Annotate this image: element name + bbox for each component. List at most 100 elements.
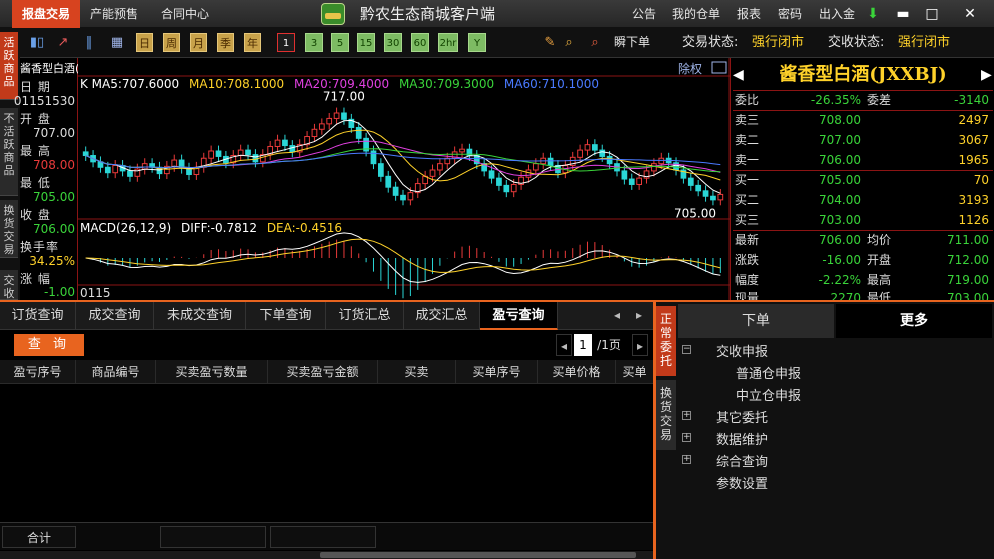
remove-rights-link[interactable]: 除权	[678, 61, 702, 76]
tab-place-order[interactable]: 下单	[678, 304, 834, 338]
line-chart-icon[interactable]: ↗	[54, 33, 72, 52]
tree-neutral-warehouse[interactable]: 中立仓申报	[736, 385, 801, 404]
sell-row[interactable]: 卖一 706.00 1965	[731, 150, 994, 170]
candle-chart-icon[interactable]: ‖	[80, 33, 98, 52]
next-page-icon[interactable]: ▸	[632, 334, 648, 356]
tab-deal-summary[interactable]: 成交汇总	[404, 302, 480, 330]
minute-1[interactable]: 1	[277, 33, 295, 52]
tab-delivery[interactable]: 交收	[0, 270, 18, 300]
horizontal-scrollbar[interactable]	[0, 551, 653, 559]
tab-order-summary[interactable]: 订货汇总	[326, 302, 404, 330]
nav-contract-center[interactable]: 合同中心	[161, 0, 209, 28]
nav-my-warehouse-receipt[interactable]: 我的仓单	[672, 0, 720, 28]
tree-parameter-settings[interactable]: 参数设置	[716, 473, 768, 492]
nav-password[interactable]: 密码	[778, 0, 802, 28]
tree-delivery-declaration[interactable]: 交收申报	[716, 341, 768, 360]
minute-30[interactable]: 30	[384, 33, 402, 52]
tab-active-goods[interactable]: 活跃商品	[0, 32, 18, 100]
kline-chart-svg[interactable]: K MA5:707.6000 MA10:708.1000 MA20:709.40…	[78, 58, 730, 300]
column-header[interactable]: 买单	[616, 360, 653, 384]
candle-body	[459, 148, 465, 153]
open-value: 707.00	[33, 126, 75, 140]
tree-comprehensive-query[interactable]: 综合查询	[716, 451, 768, 470]
macd-legend-item: DIFF:-0.7812	[181, 221, 257, 235]
expand-icon[interactable]: +	[682, 433, 691, 442]
sell-row[interactable]: 卖三 708.00 2497	[731, 110, 994, 130]
expand-icon[interactable]: +	[682, 411, 691, 420]
column-header[interactable]: 买卖盈亏金额	[268, 360, 378, 384]
prev-page-icon[interactable]: ◂	[556, 334, 572, 356]
quick-order-button[interactable]: 瞬下单	[610, 33, 654, 52]
minute-y[interactable]: Y	[468, 33, 486, 52]
ma-legend-item: MA30:709.3000	[399, 77, 494, 91]
tab-exchange-order[interactable]: 换货交易	[656, 380, 676, 450]
buy-row[interactable]: 买三 703.00 1126	[731, 210, 994, 230]
column-header[interactable]: 买卖盈亏数量	[156, 360, 268, 384]
column-header[interactable]: 盈亏序号	[0, 360, 76, 384]
sell-price: 706.00	[819, 153, 861, 167]
minute-3[interactable]: 3	[305, 33, 323, 52]
bar-chart-icon[interactable]: ▮▯	[28, 33, 46, 52]
tabs-scroll-right-icon[interactable]: ▸	[630, 306, 648, 324]
tabs-scroll-left-icon[interactable]: ◂	[608, 306, 626, 324]
zoom-icon[interactable]: ⌕	[560, 33, 578, 52]
maximize-icon[interactable]: □	[920, 0, 944, 28]
sell-row[interactable]: 卖二 707.00 3067	[731, 130, 994, 150]
column-header[interactable]: 买单价格	[538, 360, 616, 384]
tab-normal-order[interactable]: 正常委托	[656, 306, 676, 376]
column-header[interactable]: 买单序号	[456, 360, 538, 384]
tab-order-query[interactable]: 订货查询	[0, 302, 76, 330]
expand-icon[interactable]: +	[682, 455, 691, 464]
next-commodity-icon[interactable]: ▶	[981, 66, 993, 84]
minute-15[interactable]: 15	[357, 33, 375, 52]
period-year[interactable]: 年	[244, 33, 261, 52]
tab-profit-loss-query[interactable]: 盈亏查询	[480, 302, 558, 330]
scrollbar-thumb[interactable]	[320, 552, 636, 558]
buy-row[interactable]: 买一 705.00 70	[731, 170, 994, 190]
nav-funds-inout[interactable]: 出入金	[819, 0, 855, 28]
collapse-icon[interactable]: −	[682, 345, 691, 354]
edit-icon[interactable]: ✎	[541, 33, 559, 52]
nav-order-trading[interactable]: 报盘交易	[12, 0, 80, 28]
period-month[interactable]: 月	[190, 33, 207, 52]
download-arrow-icon[interactable]: ⬇	[861, 0, 885, 28]
tree-other-orders[interactable]: 其它委托	[716, 407, 768, 426]
candle-body	[341, 112, 347, 120]
total-cell	[270, 526, 376, 548]
column-header[interactable]: 商品编号	[76, 360, 156, 384]
tab-inactive-goods[interactable]: 不活跃商品	[0, 108, 18, 196]
candle-body	[104, 166, 111, 174]
stat-label: 现量	[735, 291, 760, 300]
order-search-icon[interactable]: ⌕	[586, 33, 604, 52]
minute-5[interactable]: 5	[331, 33, 349, 52]
table-icon[interactable]: ▦	[108, 33, 126, 52]
period-day[interactable]: 日	[136, 33, 153, 52]
tab-pending-query[interactable]: 未成交查询	[154, 302, 246, 330]
nav-announcement[interactable]: 公告	[632, 0, 656, 28]
close-icon[interactable]: ✕	[958, 0, 982, 28]
kline-chart[interactable]: K MA5:707.6000 MA10:708.1000 MA20:709.40…	[78, 58, 730, 300]
column-header[interactable]: 买卖	[378, 360, 456, 384]
title-bar: 报盘交易 产能预售 合同中心 黔农生态商城客户端 公告 我的仓单 报表 密码 出…	[0, 0, 994, 28]
candle-body	[695, 184, 702, 192]
stat-value: -2.22%	[818, 273, 861, 287]
nav-capacity-presale[interactable]: 产能预售	[90, 0, 138, 28]
tab-more[interactable]: 更多	[836, 304, 992, 338]
tab-exchange-trade[interactable]: 换货交易	[0, 200, 18, 258]
candle-body	[658, 157, 665, 165]
tab-deal-query[interactable]: 成交查询	[76, 302, 154, 330]
nav-report[interactable]: 报表	[737, 0, 761, 28]
tree-normal-warehouse[interactable]: 普通仓申报	[736, 363, 801, 382]
query-button[interactable]: 查 询	[14, 334, 84, 356]
minimize-icon[interactable]: ▬	[891, 0, 915, 28]
minute-60[interactable]: 60	[411, 33, 429, 52]
ratio-label: 委比	[735, 93, 760, 107]
period-week[interactable]: 周	[163, 33, 180, 52]
period-quarter[interactable]: 季	[217, 33, 234, 52]
tree-data-maintenance[interactable]: 数据维护	[716, 429, 768, 448]
minute-2hr[interactable]: 2hr	[438, 33, 458, 52]
tab-submit-query[interactable]: 下单查询	[246, 302, 326, 330]
buy-row[interactable]: 买二 704.00 3193	[731, 190, 994, 210]
candle-body	[636, 177, 642, 185]
page-input[interactable]: 1	[574, 334, 592, 356]
